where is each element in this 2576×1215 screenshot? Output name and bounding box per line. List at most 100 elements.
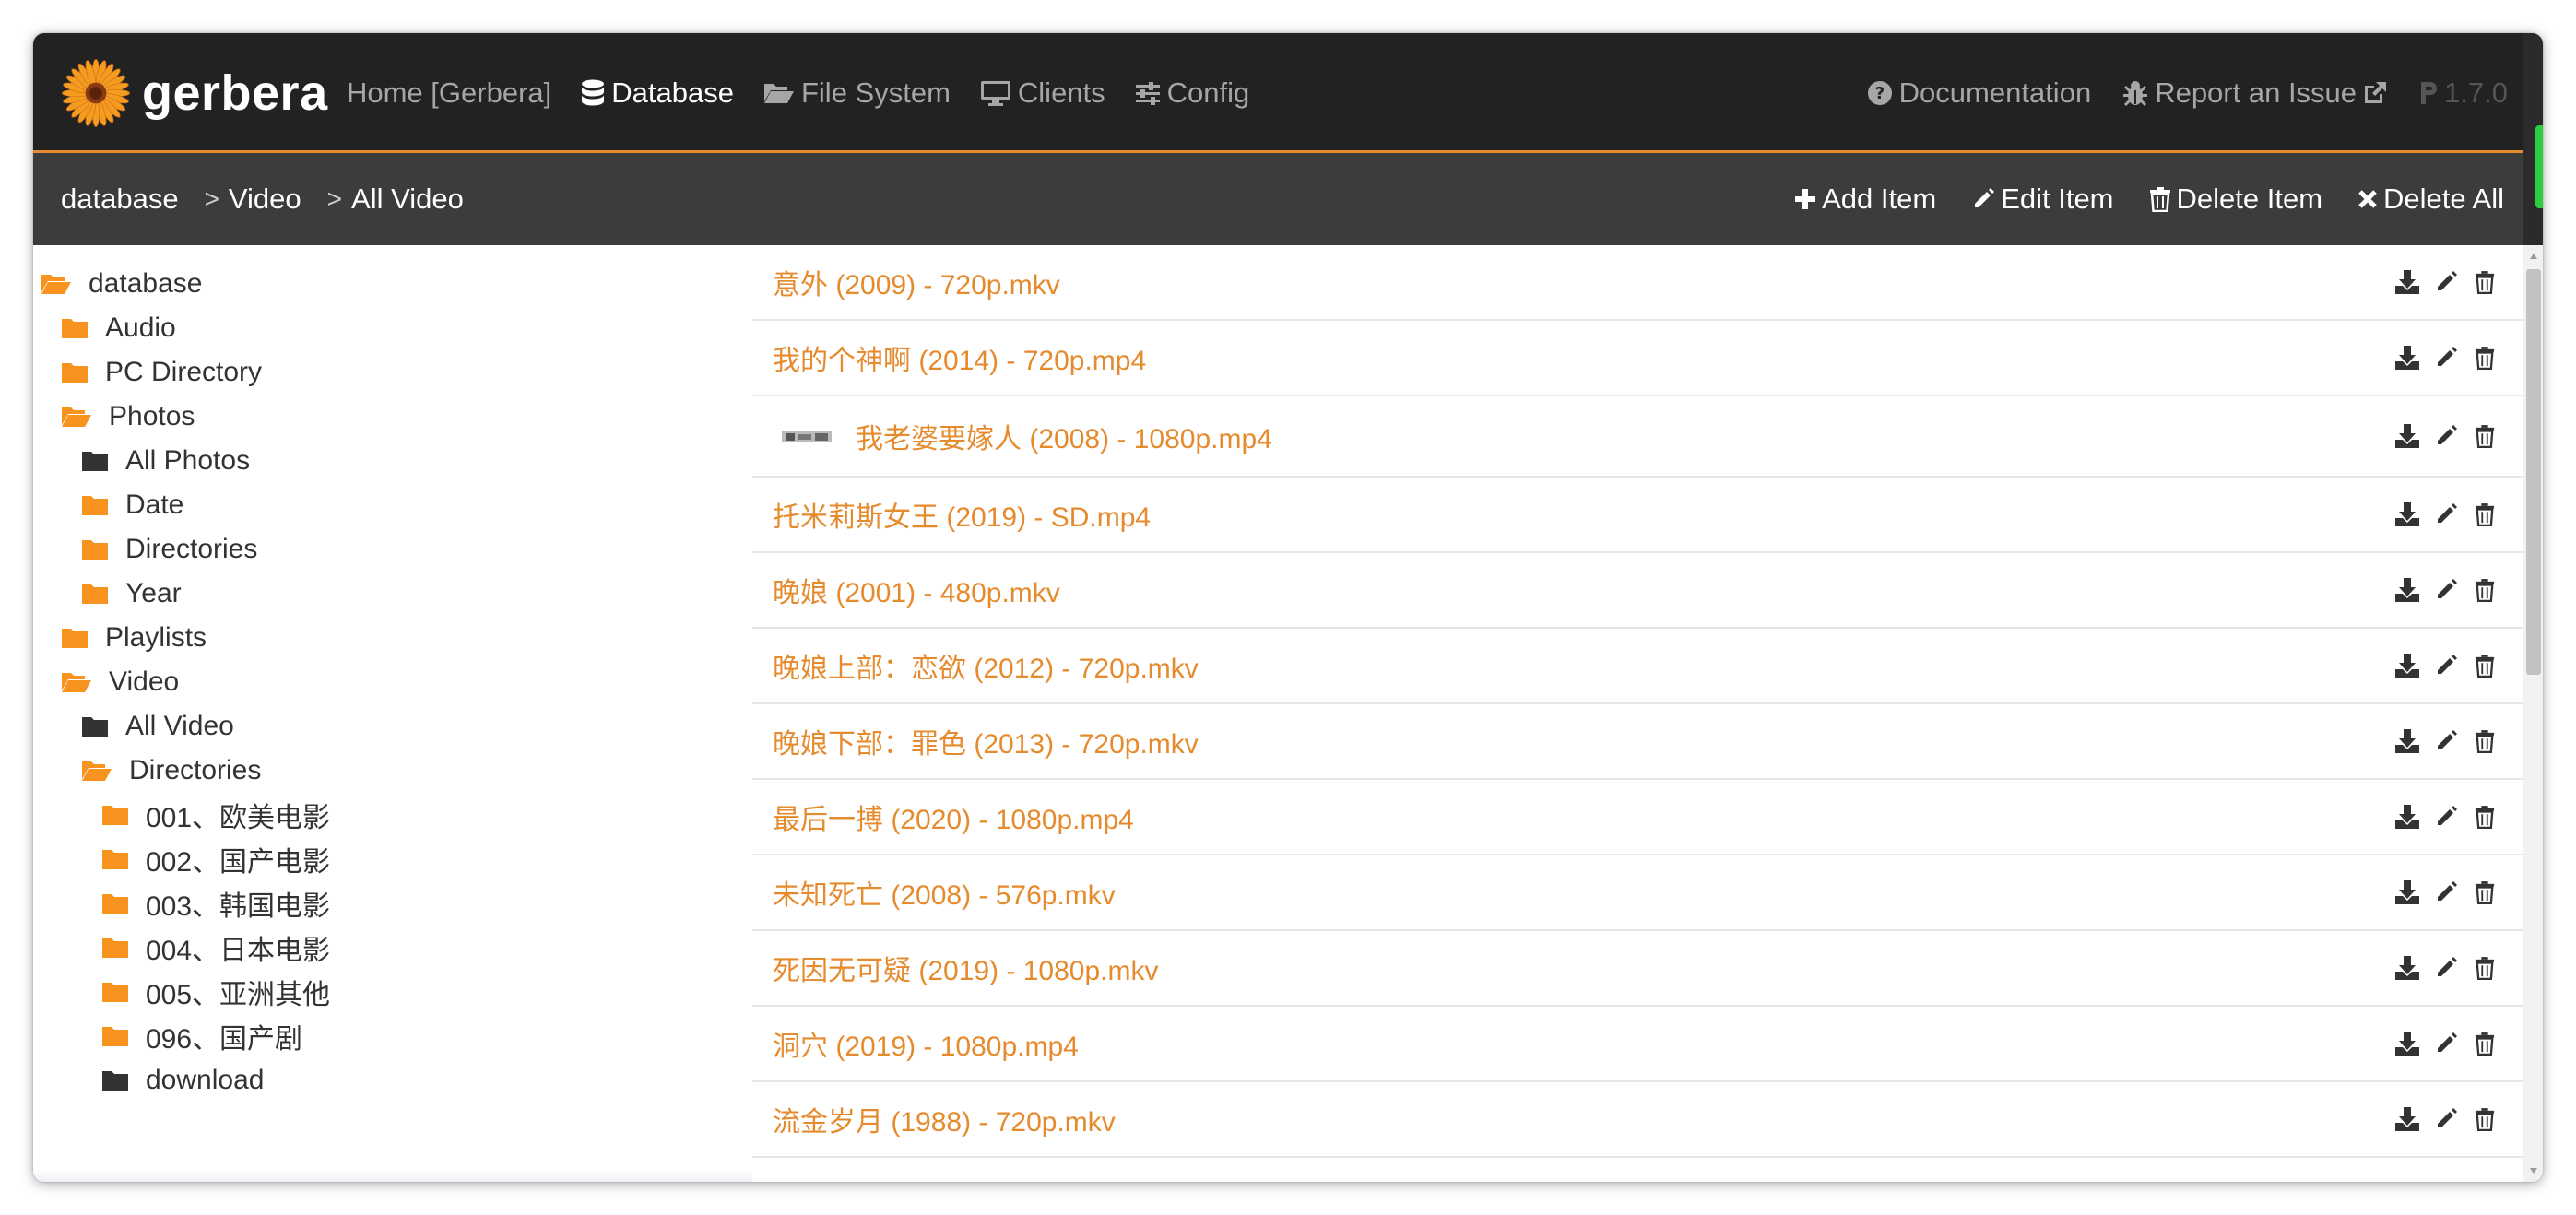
list-item[interactable]: 未知死亡 (2008) - 576p.mkv	[752, 855, 2523, 931]
pencil-icon[interactable]	[2427, 573, 2465, 607]
trash-icon[interactable]	[2465, 265, 2504, 299]
list-item[interactable]: 晚娘下部：罪色 (2013) - 720p.mkv	[752, 704, 2523, 780]
download-icon[interactable]	[2388, 876, 2427, 909]
nav-home[interactable]: Home [Gerbera]	[347, 77, 551, 110]
breadcrumb-item-video[interactable]: Video	[229, 183, 301, 216]
row-actions	[2388, 419, 2504, 453]
tree-node[interactable]: Year	[81, 572, 182, 616]
tree-node[interactable]: PC Directory	[61, 350, 262, 395]
tree-node[interactable]: database	[41, 262, 202, 306]
pencil-icon[interactable]	[2427, 1027, 2465, 1060]
nav-clients[interactable]: Clients	[980, 77, 1105, 110]
list-item[interactable]: 最后一搏 (2020) - 1080p.mp4	[752, 780, 2523, 855]
pencil-icon[interactable]	[2427, 498, 2465, 531]
tree-node[interactable]: All Photos	[81, 439, 250, 483]
delete-all-button[interactable]: Delete All	[2357, 183, 2504, 216]
list-item[interactable]: 我老婆要嫁人 (2008) - 1080p.mp4	[752, 396, 2523, 478]
list-item[interactable]: 流金岁月 (1988) - 720p.mkv	[752, 1082, 2523, 1158]
tree-node[interactable]: 002、国产电影	[101, 837, 330, 881]
add-item-button[interactable]: Add Item	[1794, 183, 1936, 216]
list-item[interactable]: 晚娘上部：恋欲 (2012) - 720p.mkv	[752, 629, 2523, 704]
download-icon[interactable]	[2388, 1027, 2427, 1060]
nav-config[interactable]: Config	[1135, 77, 1249, 110]
pencil-icon[interactable]	[2427, 341, 2465, 374]
list-item[interactable]: 意外 (2009) - 720p.mkv	[752, 245, 2523, 321]
download-icon[interactable]	[2388, 573, 2427, 607]
tree-node[interactable]: Playlists	[61, 616, 207, 660]
tree-node[interactable]: Date	[81, 483, 183, 527]
tree-node[interactable]: 003、韩国电影	[101, 881, 330, 926]
list-item[interactable]: 我的个神啊 (2014) - 720p.mp4	[752, 321, 2523, 396]
download-icon[interactable]	[2388, 725, 2427, 758]
list-item[interactable]: 托米莉斯女王 (2019) - SD.mp4	[752, 478, 2523, 553]
pencil-icon[interactable]	[2427, 800, 2465, 833]
scroll-thumb[interactable]	[2526, 269, 2541, 675]
list-item[interactable]: 洞穴 (2019) - 1080p.mp4	[752, 1007, 2523, 1082]
pencil-icon[interactable]	[2427, 649, 2465, 682]
tree-node[interactable]: 004、日本电影	[101, 926, 330, 970]
item-title[interactable]: 我老婆要嫁人 (2008) - 1080p.mp4	[856, 416, 1272, 456]
list-scrollbar[interactable]	[2523, 245, 2543, 1182]
trash-icon[interactable]	[2465, 573, 2504, 607]
tree-node[interactable]: All Video	[81, 704, 234, 749]
tree-node[interactable]: Video	[61, 660, 179, 704]
edit-item-button[interactable]: Edit Item	[1971, 183, 2114, 216]
scroll-down-arrow-icon[interactable]	[2523, 1160, 2543, 1182]
brand-logo[interactable]: gerbera	[61, 57, 328, 129]
trash-icon[interactable]	[2465, 419, 2504, 453]
tree-node[interactable]: Directories	[81, 527, 257, 572]
download-icon[interactable]	[2388, 419, 2427, 453]
breadcrumb-item-database[interactable]: database	[61, 183, 179, 216]
tree-node[interactable]: 096、国产剧	[101, 1014, 302, 1058]
pencil-icon[interactable]	[2427, 951, 2465, 985]
download-icon[interactable]	[2388, 1103, 2427, 1136]
nav-database[interactable]: Database	[581, 77, 734, 110]
nav-documentation[interactable]: ? Documentation	[1867, 77, 2091, 110]
tree-node[interactable]: Directories	[81, 749, 261, 793]
pencil-icon[interactable]	[2427, 725, 2465, 758]
tree-node[interactable]: 005、亚洲其他	[101, 970, 330, 1014]
tree-node[interactable]: 001、欧美电影	[101, 793, 330, 837]
pencil-icon[interactable]	[2427, 876, 2465, 909]
pencil-icon[interactable]	[2427, 265, 2465, 299]
item-title[interactable]: 未知死亡 (2008) - 576p.mkv	[773, 872, 1116, 913]
tree-node[interactable]: Audio	[61, 306, 176, 350]
item-title[interactable]: 托米莉斯女王 (2019) - SD.mp4	[773, 494, 1151, 535]
item-title[interactable]: 我的个神啊 (2014) - 720p.mp4	[773, 337, 1146, 378]
item-title[interactable]: 流金岁月 (1988) - 720p.mkv	[773, 1099, 1116, 1139]
trash-icon[interactable]	[2465, 649, 2504, 682]
item-title[interactable]: 意外 (2009) - 720p.mkv	[773, 262, 1060, 302]
trash-icon[interactable]	[2465, 341, 2504, 374]
download-icon[interactable]	[2388, 498, 2427, 531]
nav-report-issue[interactable]: Report an Issue	[2122, 77, 2388, 110]
list-item[interactable]: 晚娘 (2001) - 480p.mkv	[752, 553, 2523, 629]
trash-icon[interactable]	[2465, 876, 2504, 909]
trash-icon[interactable]	[2465, 498, 2504, 531]
item-title[interactable]: 死因无可疑 (2019) - 1080p.mkv	[773, 948, 1158, 988]
side-handle[interactable]	[2535, 125, 2543, 208]
trash-icon[interactable]	[2465, 1027, 2504, 1060]
download-icon[interactable]	[2388, 951, 2427, 985]
item-title[interactable]: 洞穴 (2019) - 1080p.mp4	[773, 1023, 1079, 1064]
trash-icon[interactable]	[2465, 1103, 2504, 1136]
item-title[interactable]: 晚娘下部：罪色 (2013) - 720p.mkv	[773, 721, 1199, 761]
item-title[interactable]: 晚娘上部：恋欲 (2012) - 720p.mkv	[773, 645, 1199, 686]
delete-item-button[interactable]: Delete Item	[2149, 183, 2322, 216]
breadcrumb-item-all-video[interactable]: All Video	[351, 183, 464, 216]
tree-node[interactable]: download	[101, 1058, 264, 1103]
download-icon[interactable]	[2388, 800, 2427, 833]
scroll-up-arrow-icon[interactable]	[2523, 245, 2543, 267]
nav-filesystem[interactable]: File System	[763, 77, 951, 110]
trash-icon[interactable]	[2465, 951, 2504, 985]
item-title[interactable]: 最后一搏 (2020) - 1080p.mp4	[773, 796, 1134, 837]
pencil-icon[interactable]	[2427, 1103, 2465, 1136]
list-item[interactable]: 死因无可疑 (2019) - 1080p.mkv	[752, 931, 2523, 1007]
trash-icon[interactable]	[2465, 800, 2504, 833]
trash-icon[interactable]	[2465, 725, 2504, 758]
pencil-icon[interactable]	[2427, 419, 2465, 453]
item-title[interactable]: 晚娘 (2001) - 480p.mkv	[773, 570, 1060, 610]
download-icon[interactable]	[2388, 341, 2427, 374]
tree-node[interactable]: Photos	[61, 395, 195, 439]
download-icon[interactable]	[2388, 649, 2427, 682]
download-icon[interactable]	[2388, 265, 2427, 299]
